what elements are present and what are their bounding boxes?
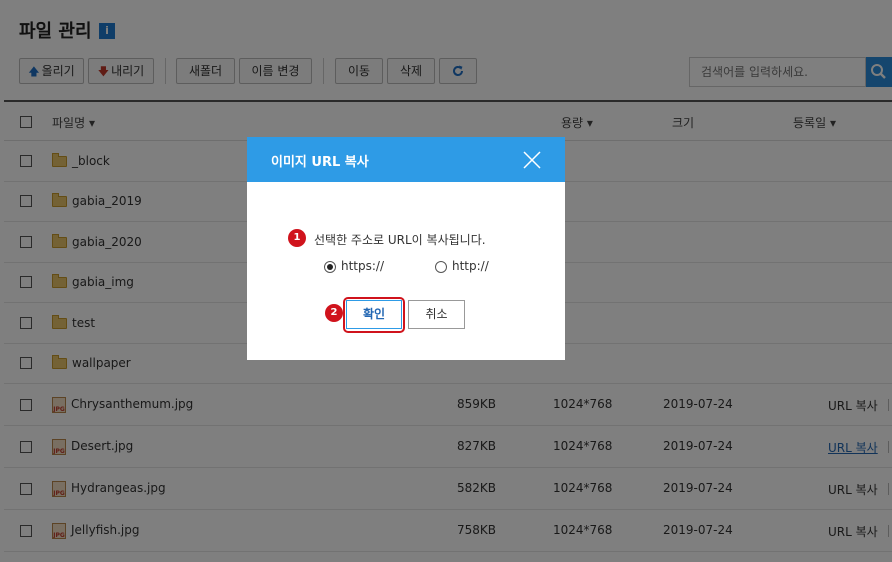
dialog-title: 이미지 URL 복사 [271,155,369,170]
cancel-button[interactable]: 취소 [408,300,465,329]
step-badge-2: 2 [325,304,343,322]
https-radio[interactable] [324,261,336,273]
step-badge-1: 1 [288,229,306,247]
close-icon [523,151,541,169]
http-radio[interactable] [435,261,447,273]
dialog-message: 선택한 주소로 URL이 복사됩니다. [314,233,486,247]
http-label[interactable]: http:// [452,259,489,273]
dialog-header: 이미지 URL 복사 [247,137,565,182]
close-button[interactable] [521,149,543,171]
url-copy-dialog: 이미지 URL 복사 선택한 주소로 URL이 복사됩니다. https:// … [247,137,565,360]
confirm-highlight [343,297,405,333]
https-label[interactable]: https:// [341,259,384,273]
